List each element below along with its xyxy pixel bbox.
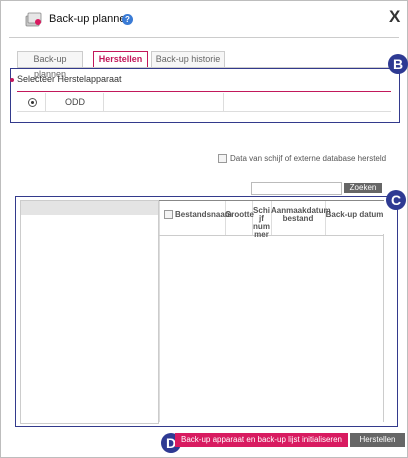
tab-back-up-historie[interactable]: Back-up historie <box>151 51 225 67</box>
search-button[interactable]: Zoeken <box>344 183 382 193</box>
title-bar: Back-up plannen ? X <box>1 1 407 37</box>
folder-tree-header <box>21 201 158 215</box>
external-db-checkbox[interactable] <box>218 154 227 163</box>
file-list-panel: Bestandsnaam Grootte Schijf nummer Aanma… <box>159 200 392 422</box>
initialize-button[interactable]: Back-up apparaat en back-up lijst initia… <box>175 433 348 447</box>
col-back-up-datum[interactable]: Back-up datum <box>325 211 384 219</box>
window-title: Back-up plannen <box>49 13 132 25</box>
device-radio[interactable] <box>28 98 37 107</box>
close-icon[interactable]: X <box>389 7 400 27</box>
col-schijf-nummer[interactable]: Schijf nummer <box>252 207 271 239</box>
tab-herstellen[interactable]: Herstellen <box>93 51 148 68</box>
backup-dialog: Back-up plannen ? X Back-up plannen Hers… <box>0 0 408 458</box>
col-bestandsnaam[interactable]: Bestandsnaam <box>175 211 232 219</box>
device-section-label: Selecteer Herstelapparaat <box>17 74 122 84</box>
marker-b: B <box>388 54 408 74</box>
section-divider <box>17 91 391 92</box>
restore-button[interactable]: Herstellen <box>350 433 405 447</box>
title-divider <box>9 37 399 38</box>
file-list-scroll-edge <box>383 234 384 422</box>
search-input[interactable] <box>251 182 342 195</box>
device-row[interactable]: ODD <box>17 93 391 112</box>
col-aanmaakdatum[interactable]: Aanmaakdatum bestand <box>271 207 331 223</box>
file-table-header: Bestandsnaam Grootte Schijf nummer Aanma… <box>159 200 384 239</box>
section-bullet-icon <box>10 78 14 82</box>
device-name: ODD <box>65 97 85 107</box>
folder-tree-panel[interactable] <box>20 200 159 424</box>
help-icon[interactable]: ? <box>122 14 133 25</box>
backup-app-icon <box>25 12 42 27</box>
col-grootte[interactable]: Grootte <box>225 211 254 219</box>
external-db-label: Data van schijf of externe database hers… <box>230 154 387 163</box>
tab-back-up-plannen[interactable]: Back-up plannen <box>17 51 83 79</box>
